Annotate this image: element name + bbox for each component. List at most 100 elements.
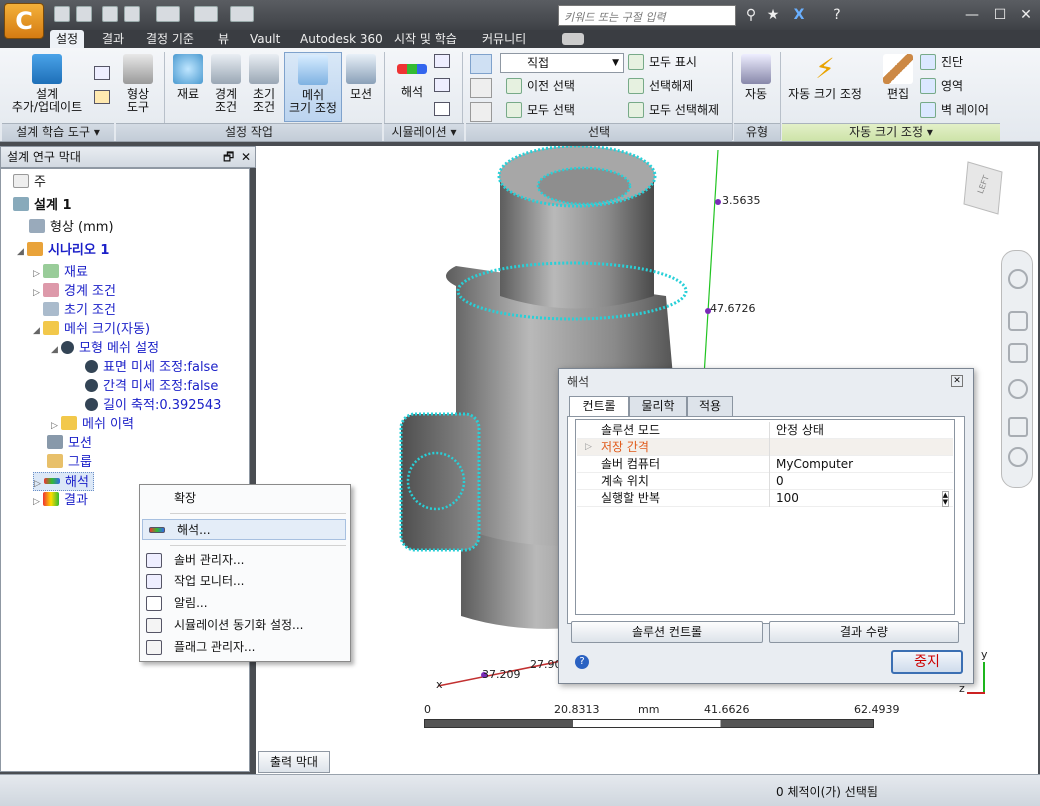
minimize-button[interactable]: —: [960, 5, 984, 25]
boundary-conditions-button[interactable]: 경계 조건: [208, 52, 244, 122]
tree-length[interactable]: 길이 축적:0.392543: [85, 396, 221, 415]
copy-icon[interactable]: [94, 66, 110, 80]
edit-button[interactable]: 편집: [876, 52, 920, 122]
tab-community[interactable]: 커뮤니티: [476, 30, 532, 48]
table-icon[interactable]: [94, 90, 110, 104]
select-all-button[interactable]: 모두 선택: [506, 100, 575, 120]
job-monitor-icon[interactable]: [434, 78, 450, 92]
material-button[interactable]: 재료: [170, 52, 206, 122]
group-simulation[interactable]: 시뮬레이션 ▾: [384, 123, 464, 141]
tree-geometry[interactable]: 형상 (mm): [29, 218, 114, 237]
tab-decision[interactable]: 결정 기준: [140, 30, 200, 48]
star-icon[interactable]: ★: [764, 6, 782, 24]
solver-manager-icon[interactable]: [434, 54, 450, 68]
app-menu-button[interactable]: C: [4, 3, 44, 39]
close-nav-icon[interactable]: [1008, 447, 1028, 467]
tab-vault[interactable]: Vault: [244, 30, 286, 48]
previous-selection-button[interactable]: 이전 선택: [506, 76, 575, 96]
deselect-button[interactable]: 선택해제: [628, 76, 693, 96]
tree-material[interactable]: ▷ 재료: [33, 263, 88, 282]
menu-item-sync-settings[interactable]: 시뮬레이션 동기화 설정...: [140, 615, 350, 636]
tree-group[interactable]: 그룹: [47, 453, 92, 472]
float-icon[interactable]: 🗗: [223, 147, 234, 167]
dialog-tab-control[interactable]: 컨트롤: [569, 396, 629, 417]
solve-button[interactable]: 해석: [392, 52, 432, 122]
orbit-icon[interactable]: [1008, 379, 1028, 399]
mesh-sizing-button[interactable]: 메쉬 크기 조정: [284, 52, 342, 122]
tree-design[interactable]: 설계 1: [13, 196, 72, 215]
show-all-button[interactable]: 모두 표시: [628, 52, 697, 72]
motion-button[interactable]: 모션: [344, 52, 378, 122]
solution-control-button[interactable]: 솔루션 컨트롤: [571, 621, 763, 643]
stop-button[interactable]: 중지: [891, 650, 963, 674]
row-save-interval[interactable]: ▷ 저장 간격: [577, 439, 953, 456]
row-solver-computer[interactable]: 솔버 컴퓨터 MyComputer: [577, 456, 953, 473]
tree-solve[interactable]: ▷ 해석: [33, 472, 94, 491]
view-icon[interactable]: [194, 6, 218, 22]
tree-motion[interactable]: 모션: [47, 434, 92, 453]
menu-item-flag-manager[interactable]: 플래그 관리자...: [140, 637, 350, 658]
region-button[interactable]: 영역: [920, 76, 963, 96]
pan-icon[interactable]: [1008, 311, 1028, 331]
tab-autodesk360[interactable]: Autodesk 360: [294, 30, 389, 48]
steering-wheel-icon[interactable]: [1008, 269, 1028, 289]
tab-view[interactable]: 뷰: [212, 30, 235, 48]
binoculars-icon[interactable]: ⚲: [742, 6, 760, 24]
tab-results[interactable]: 결과: [96, 30, 130, 48]
auto-size-button[interactable]: ⚡ 자동 크기 조정: [784, 52, 866, 122]
tab-learning[interactable]: 시작 및 학습: [388, 30, 463, 48]
dialog-tab-physics[interactable]: 물리학: [629, 396, 687, 416]
tree-surface[interactable]: 표면 미세 조정:false: [85, 358, 218, 377]
close-panel-icon[interactable]: ✕: [241, 147, 251, 167]
select-edge-icon[interactable]: [470, 102, 492, 122]
dialog-close-icon[interactable]: ✕: [951, 375, 963, 387]
geometry-tools-button[interactable]: 형상 도구: [118, 52, 158, 122]
save-all-icon[interactable]: [124, 6, 140, 22]
panel-toggle-icon[interactable]: [562, 33, 584, 45]
tree-mesh[interactable]: ◢ 메쉬 크기(자동): [33, 320, 150, 339]
tree-model-mesh[interactable]: ◢ 모형 메쉬 설정: [51, 339, 159, 358]
tree-results[interactable]: ▷ 결과: [33, 491, 88, 510]
menu-item-job-monitor[interactable]: 작업 모니터...: [140, 571, 350, 592]
row-continue-from[interactable]: 계속 위치 0: [577, 473, 953, 490]
menu-item-solve[interactable]: 해석...: [142, 519, 346, 540]
maximize-button[interactable]: ☐: [988, 5, 1012, 25]
layout-icon[interactable]: [230, 6, 254, 22]
row-iterations[interactable]: 실행할 반복 100 ▲ ▼: [577, 490, 953, 507]
close-button[interactable]: ✕: [1014, 5, 1038, 25]
group-design-tools[interactable]: 설계 학습 도구 ▾: [2, 123, 114, 141]
row-solution-mode[interactable]: 솔루션 모드 안정 상태: [577, 422, 953, 439]
output-bar-button[interactable]: 출력 막대: [258, 751, 330, 773]
mail-icon[interactable]: [434, 102, 450, 116]
selection-mode-dropdown[interactable]: 직접 ▼: [500, 53, 624, 73]
select-volume-icon[interactable]: [470, 54, 492, 74]
tree-initial[interactable]: 초기 조건: [43, 301, 116, 320]
initial-conditions-button[interactable]: 초기 조건: [246, 52, 282, 122]
menu-item-solver-manager[interactable]: 솔버 관리자...: [140, 550, 350, 571]
menu-item-expand[interactable]: 확장: [140, 488, 350, 509]
tree-mesh-history[interactable]: ▷ 메쉬 이력: [51, 415, 134, 434]
iterations-value[interactable]: 100: [769, 490, 953, 507]
search-input[interactable]: 키워드 또는 구절 입력: [558, 5, 736, 26]
add-update-design-button[interactable]: 설계 추가/업데이트: [8, 52, 86, 122]
exchange-icon[interactable]: X: [790, 6, 808, 24]
auto-type-button[interactable]: 자동: [736, 52, 776, 122]
tree-boundary[interactable]: ▷ 경계 조건: [33, 282, 116, 301]
group-autosize[interactable]: 자동 크기 조정 ▾: [782, 123, 1000, 141]
help-icon[interactable]: ?: [828, 6, 846, 24]
result-quantity-button[interactable]: 결과 수량: [769, 621, 959, 643]
deselect-all-button[interactable]: 모두 선택해제: [628, 100, 719, 120]
spinner-icon[interactable]: ▲ ▼: [941, 491, 949, 507]
tree-gap[interactable]: 간격 미세 조정:false: [85, 377, 218, 396]
design-icon[interactable]: [156, 6, 180, 22]
tree-notes[interactable]: 주: [13, 173, 46, 192]
help-icon[interactable]: ?: [575, 655, 589, 669]
save-icon[interactable]: [102, 6, 118, 22]
tab-setup[interactable]: 설정: [50, 30, 85, 48]
menu-item-notifications[interactable]: 알림...: [140, 593, 350, 614]
zoom-icon[interactable]: [1008, 343, 1028, 363]
open-icon[interactable]: [76, 6, 92, 22]
select-surface-icon[interactable]: [470, 78, 492, 98]
dialog-tab-apply[interactable]: 적용: [687, 396, 733, 416]
new-icon[interactable]: [54, 6, 70, 22]
